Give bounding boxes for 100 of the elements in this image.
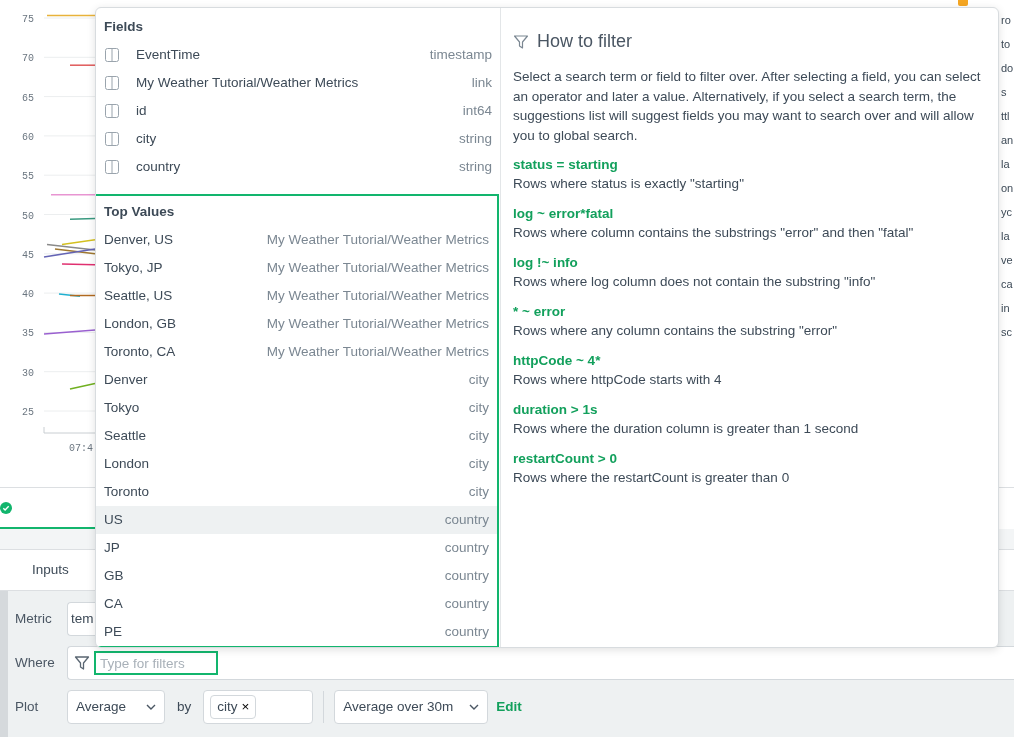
axis-tick-label: 07:4 xyxy=(69,443,93,454)
value-source: city xyxy=(468,454,489,473)
field-type: link xyxy=(471,73,492,92)
value-option[interactable]: PE country xyxy=(96,618,497,646)
value-source: city xyxy=(468,482,489,501)
value-source: My Weather Tutorial/Weather Metrics xyxy=(266,230,489,249)
legend-label[interactable]: s xyxy=(1001,84,1014,100)
field-type: int64 xyxy=(462,101,492,120)
legend-label[interactable]: to xyxy=(1001,36,1014,52)
value-option[interactable]: London, GB My Weather Tutorial/Weather Metrics xyxy=(96,310,497,338)
value-option[interactable]: Toronto city xyxy=(96,478,497,506)
legend-label[interactable]: la xyxy=(1001,228,1014,244)
value-option[interactable]: US country xyxy=(96,506,497,534)
section-heading: Fields xyxy=(103,18,144,36)
value-name: Toronto xyxy=(104,482,150,501)
axis-tick-label: 65 xyxy=(22,92,34,104)
value-name: CA xyxy=(104,594,123,613)
value-name: Tokyo, JP xyxy=(104,258,163,277)
value-option[interactable]: Seattle, US My Weather Tutorial/Weather Metrics xyxy=(96,282,497,310)
legend-label[interactable]: ca xyxy=(1001,276,1014,292)
value-name: US xyxy=(104,510,123,529)
field-option[interactable]: country string xyxy=(96,153,500,181)
value-source: country xyxy=(444,622,489,641)
remove-tag-button[interactable]: × xyxy=(241,696,250,718)
filter-expression: log ~ error*fatal xyxy=(513,205,615,223)
tag-label: city xyxy=(217,697,238,716)
value-name: GB xyxy=(104,566,124,585)
column-icon xyxy=(104,131,120,147)
value-option[interactable]: Seattle city xyxy=(96,422,497,450)
expression-description: Rows where the restartCount is greater than 0 xyxy=(513,469,791,487)
legend-label[interactable]: ve xyxy=(1001,252,1014,268)
value-name: London xyxy=(104,454,150,473)
axis-tick-label: 30 xyxy=(22,367,34,379)
legend-label[interactable]: sc xyxy=(1001,324,1014,340)
axis-tick-label: 55 xyxy=(22,171,34,183)
value-source: city xyxy=(468,398,489,417)
filter-input[interactable]: Type for filters xyxy=(94,651,218,675)
field-type: string xyxy=(459,129,492,148)
axis-tick-label: 45 xyxy=(22,249,34,261)
help-text: Select a search term or field to filter over. After selecting a field, you can select an operator and later a value. Alternatively, if you select a search term, the suggestions list will suggest fields you may want to search over and will allow you to global search. xyxy=(513,68,982,145)
field-option[interactable]: EventTime timestamp xyxy=(96,41,500,69)
value-source: city xyxy=(468,370,489,389)
filter-expression: restartCount > 0 xyxy=(513,450,618,468)
value-name: Denver xyxy=(104,370,148,389)
value-source: country xyxy=(444,594,489,613)
value-option[interactable]: GB country xyxy=(96,562,497,590)
expression-description: Rows where any column contains the substring "error" xyxy=(513,322,838,340)
value-option[interactable]: Tokyo, JP My Weather Tutorial/Weather Metrics xyxy=(96,254,497,282)
value-name: JP xyxy=(104,538,120,557)
value-option[interactable]: CA country xyxy=(96,590,497,618)
field-name: id xyxy=(136,101,147,120)
value-option[interactable]: JP country xyxy=(96,534,497,562)
value-source: country xyxy=(444,510,489,529)
metric-field[interactable]: tem xyxy=(67,602,95,636)
value-option[interactable]: Toronto, CA My Weather Tutorial/Weather Metrics xyxy=(96,338,497,366)
column-icon xyxy=(104,75,120,91)
legend-label[interactable]: yc xyxy=(1001,204,1014,220)
aggregate-select[interactable]: Average xyxy=(67,690,165,724)
value-option[interactable]: Denver, US My Weather Tutorial/Weather Metrics xyxy=(96,226,497,254)
window-select[interactable]: Average over 30m xyxy=(334,690,489,724)
caret-icon xyxy=(146,704,156,710)
value-option[interactable]: Denver city xyxy=(96,366,497,394)
column-icon xyxy=(104,159,120,175)
field-option[interactable]: My Weather Tutorial/Weather Metrics link xyxy=(96,69,500,97)
group-by-field[interactable]: city × xyxy=(203,690,314,724)
field-option[interactable]: city string xyxy=(96,125,500,153)
axis-tick-label: 25 xyxy=(22,407,34,418)
legend-label[interactable]: la xyxy=(1001,156,1014,172)
tab[interactable]: Inputs xyxy=(20,553,81,587)
section-heading: Top Values xyxy=(103,203,176,221)
legend-label[interactable]: do xyxy=(1001,60,1014,76)
legend-label[interactable]: an xyxy=(1001,132,1014,148)
value-source: country xyxy=(444,566,489,585)
field-label: Where xyxy=(15,653,56,672)
value-option[interactable]: Tokyo city xyxy=(96,394,497,422)
axis-tick-label: 35 xyxy=(22,328,34,340)
value-source: country xyxy=(444,538,489,557)
legend-label[interactable]: ttl xyxy=(1001,108,1014,124)
axis-tick-label: 40 xyxy=(22,289,34,301)
value-source: city xyxy=(468,426,489,445)
filter-icon xyxy=(74,655,90,671)
axis-tick-label: 75 xyxy=(22,14,34,25)
expression-description: Rows where the duration column is greater than 1 second xyxy=(513,420,860,438)
filter-expression: log !~ info xyxy=(513,254,579,272)
field-name: My Weather Tutorial/Weather Metrics xyxy=(136,73,359,92)
value-name: London, GB xyxy=(104,314,177,333)
field-option[interactable]: id int64 xyxy=(96,97,500,125)
value-source: My Weather Tutorial/Weather Metrics xyxy=(266,342,489,361)
value-option[interactable]: London city xyxy=(96,450,497,478)
value-name: Tokyo xyxy=(104,398,140,417)
caret-icon xyxy=(469,704,480,710)
axis-tick-label: 70 xyxy=(22,53,34,65)
legend-label[interactable]: ro xyxy=(1001,12,1014,28)
axis-tick-label: 50 xyxy=(22,210,34,222)
value-name: Denver, US xyxy=(104,230,174,249)
value-name: Seattle, US xyxy=(104,286,173,305)
value-source: My Weather Tutorial/Weather Metrics xyxy=(266,286,489,305)
legend-label[interactable]: on xyxy=(1001,180,1014,196)
success-check-icon xyxy=(0,501,12,514)
legend-label[interactable]: in xyxy=(1001,300,1014,316)
